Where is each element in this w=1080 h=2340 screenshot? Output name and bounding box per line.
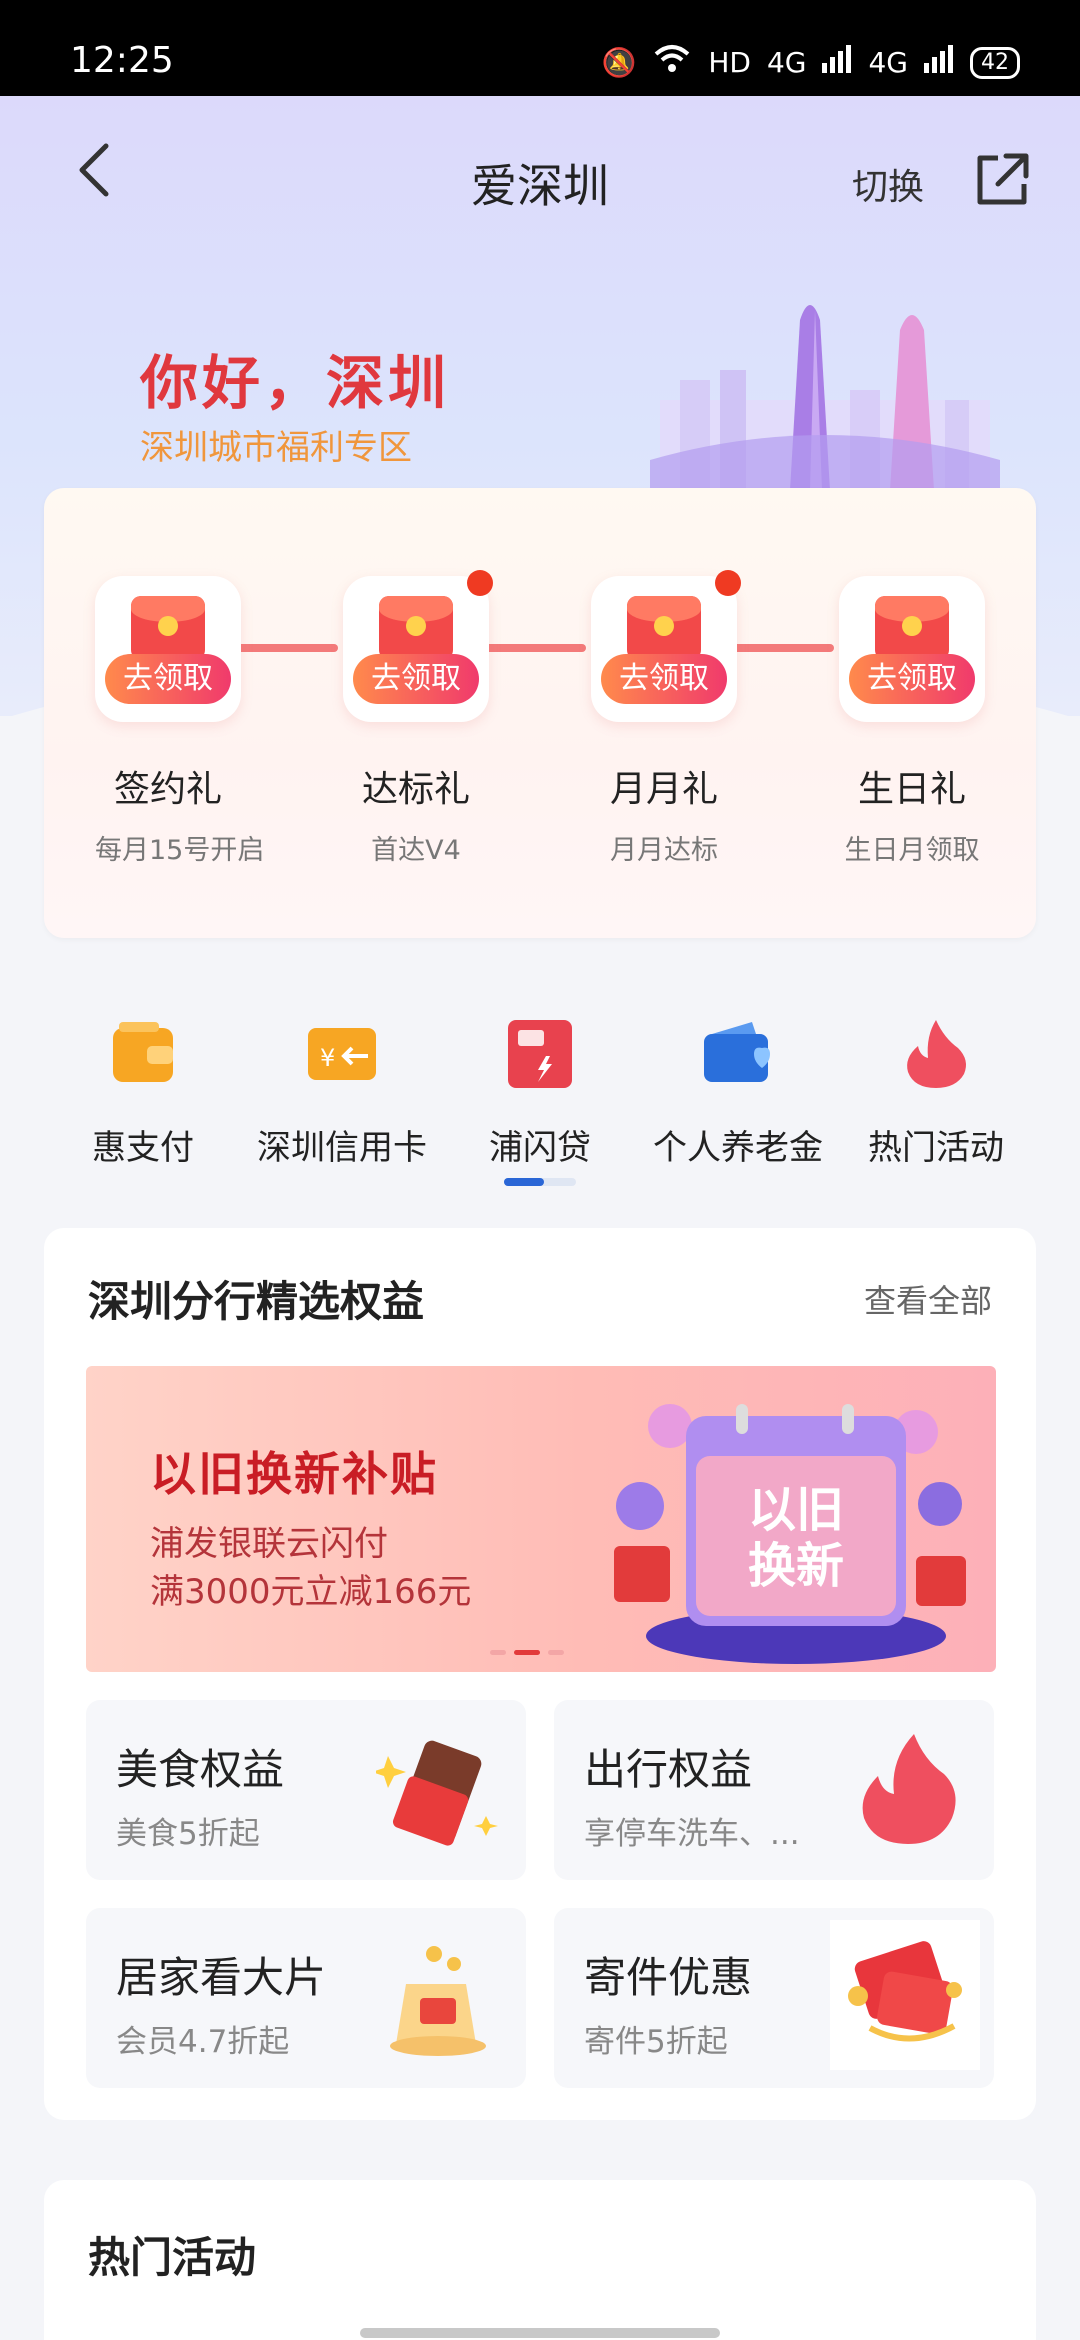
gift-item-signing[interactable]: 去领取 签约礼 每月15号开启 — [95, 576, 265, 867]
claim-button[interactable]: 去领取 — [849, 654, 975, 704]
claim-button[interactable]: 去领取 — [353, 654, 479, 704]
signal-bars-icon-1 — [822, 45, 852, 80]
claim-button[interactable]: 去领取 — [601, 654, 727, 704]
connector-line — [234, 644, 338, 652]
benefit-tile-home-movie[interactable]: 居家看大片 会员4.7折起 — [86, 1908, 526, 2088]
gift-desc: 每月15号开启 — [95, 835, 265, 866]
cinema-gift-icon — [390, 1946, 486, 2056]
branch-benefits-card: 深圳分行精选权益 查看全部 以旧换新补贴 浦发银联云闪付 满3000元立减166… — [44, 1228, 1036, 2120]
gift-box[interactable]: 去领取 — [839, 576, 985, 722]
red-envelope-icon — [379, 596, 453, 660]
wallet-icon — [107, 1018, 179, 1090]
quick-link-label: 热门活动 — [868, 1128, 1004, 1168]
trade-in-calendar-illustration: 以旧 换新 — [614, 1404, 966, 1664]
quick-link-loan[interactable]: 浦闪贷 — [440, 1018, 640, 1169]
banner-pagination — [490, 1650, 564, 1655]
banner-art-text-2: 换新 — [748, 1538, 844, 1594]
status-icons: 🔕 HD 4G 4G 42 — [601, 44, 1020, 81]
gift-name: 签约礼 — [113, 769, 222, 810]
share-button[interactable] — [972, 150, 1032, 210]
hot-events-card: 热门活动 — [44, 2180, 1036, 2340]
gift-item-birthday[interactable]: 去领取 生日礼 生日月领取 — [839, 576, 985, 867]
gift-item-target[interactable]: 去领取 达标礼 首达V4 — [343, 570, 493, 867]
tile-subtitle: 寄件5折起 — [584, 2024, 728, 2060]
quick-link-label: 浦闪贷 — [489, 1128, 591, 1168]
connector-line — [482, 644, 586, 652]
network-label: HD — [708, 46, 751, 79]
heart-wallet-icon — [702, 1018, 774, 1090]
banner-art-text-1: 以旧 — [748, 1482, 844, 1538]
greeting-subtitle: 深圳城市福利专区 — [140, 428, 412, 468]
signal-label-2: 4G — [868, 46, 908, 79]
battery-indicator: 42 — [970, 46, 1020, 79]
credit-card-icon: ¥ — [306, 1018, 378, 1090]
greeting-title: 你好，深圳 — [140, 349, 451, 417]
quick-link-label: 深圳信用卡 — [257, 1128, 427, 1168]
section-title: 深圳分行精选权益 — [88, 1277, 425, 1326]
red-envelope-icon — [830, 1920, 980, 2070]
see-all-link[interactable]: 查看全部 — [864, 1276, 992, 1322]
mute-icon: 🔕 — [601, 46, 637, 79]
chocolate-icon — [376, 1740, 498, 1846]
tile-subtitle: 享停车洗车、... — [584, 1816, 800, 1852]
red-envelope-icon — [131, 596, 205, 660]
city-skyline-illustration — [650, 305, 1000, 490]
benefit-tile-travel[interactable]: 出行权益 享停车洗车、... — [554, 1700, 994, 1880]
signal-bars-icon-2 — [924, 45, 954, 80]
gift-box[interactable]: 去领取 — [591, 570, 741, 722]
flame-icon — [900, 1018, 972, 1090]
gift-desc: 月月达标 — [610, 835, 718, 866]
connector-line — [730, 644, 834, 652]
banner-line-2: 满3000元立减166元 — [150, 1572, 472, 1612]
signal-label-1: 4G — [766, 46, 807, 79]
quick-link-credit-card[interactable]: ¥ 深圳信用卡 — [242, 1018, 442, 1169]
gift-name: 生日礼 — [857, 769, 966, 810]
external-link-icon — [977, 153, 1029, 205]
svg-text:¥: ¥ — [320, 1044, 335, 1072]
promo-banner[interactable]: 以旧换新补贴 浦发银联云闪付 满3000元立减166元 以旧 换新 — [86, 1366, 996, 1672]
quick-link-pension[interactable]: 个人养老金 — [638, 1018, 838, 1169]
tile-subtitle: 美食5折起 — [116, 1816, 260, 1852]
claim-button[interactable]: 去领取 — [105, 654, 231, 704]
quick-link-pay[interactable]: 惠支付 — [43, 1018, 243, 1169]
gift-rewards-card: 去领取 签约礼 每月15号开启 去领取 达标礼 首达V4 去领取 月月礼 月月达… — [44, 488, 1036, 938]
tile-title: 出行权益 — [584, 1745, 753, 1794]
notification-dot — [715, 570, 741, 596]
switch-button[interactable]: 切换 — [852, 158, 924, 210]
tile-title: 居家看大片 — [116, 1953, 327, 2002]
section-title: 热门活动 — [88, 2233, 257, 2282]
benefit-tile-shipping[interactable]: 寄件优惠 寄件5折起 — [554, 1908, 994, 2088]
banner-title: 以旧换新补贴 — [150, 1447, 438, 1501]
notification-dot — [467, 570, 493, 596]
wifi-icon — [652, 44, 692, 81]
quick-link-scroll-indicator — [504, 1178, 576, 1186]
quick-link-label: 个人养老金 — [653, 1128, 823, 1168]
banner-line-1: 浦发银联云闪付 — [150, 1524, 388, 1564]
gift-name: 月月礼 — [609, 769, 718, 810]
red-envelope-icon — [875, 596, 949, 660]
gift-box[interactable]: 去领取 — [95, 576, 241, 722]
red-envelope-icon — [627, 596, 701, 660]
gift-item-monthly[interactable]: 去领取 月月礼 月月达标 — [591, 570, 741, 867]
benefit-tile-food[interactable]: 美食权益 美食5折起 — [86, 1700, 526, 1880]
gift-name: 达标礼 — [361, 769, 470, 810]
home-indicator[interactable] — [360, 2328, 720, 2338]
gift-desc: 生日月领取 — [844, 835, 980, 866]
loan-icon — [504, 1018, 576, 1090]
quick-link-label: 惠支付 — [92, 1128, 194, 1168]
quick-link-hot-events[interactable]: 热门活动 — [836, 1018, 1036, 1169]
tile-title: 美食权益 — [116, 1745, 285, 1794]
status-time: 12:25 — [70, 40, 174, 81]
gift-desc: 首达V4 — [371, 835, 461, 866]
tile-title: 寄件优惠 — [584, 1953, 753, 2002]
gift-box[interactable]: 去领取 — [343, 570, 493, 722]
flame-icon — [862, 1734, 956, 1844]
tile-subtitle: 会员4.7折起 — [116, 2024, 290, 2060]
status-bar: 12:25 🔕 HD 4G 4G 42 — [0, 0, 1080, 96]
